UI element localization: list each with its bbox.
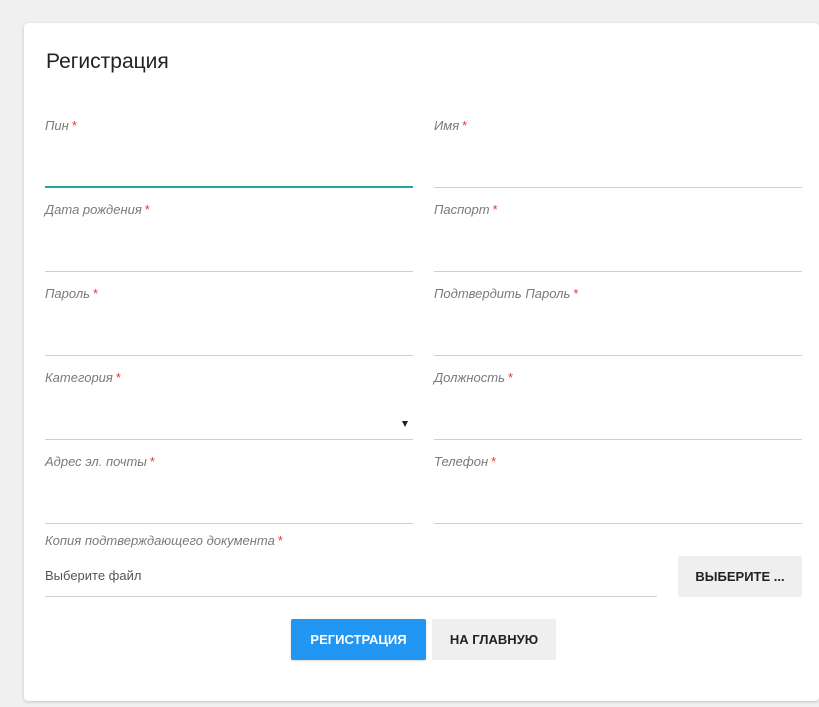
file-path-text[interactable]: Выберите файл [45,568,141,583]
phone-field: Телефон * [434,454,802,524]
file-path-underline [45,596,657,597]
required-mark: * [573,286,579,301]
email-label: Адрес эл. почты * [45,454,155,469]
email-input[interactable] [45,494,413,524]
required-mark: * [71,118,77,133]
password-label: Пароль * [45,286,99,301]
name-field: Имя * [434,118,802,188]
registration-card: Регистрация Пин * Имя * Дата рождения * Пас… [24,23,819,701]
passport-input[interactable] [434,242,802,272]
required-mark: * [462,118,468,133]
confirm-password-input[interactable] [434,326,802,356]
position-label: Должность * [434,370,513,385]
phone-input[interactable] [434,494,802,524]
pin-field: Пин * [45,118,413,188]
home-button[interactable]: НА ГЛАВНУЮ [432,619,556,660]
category-label: Категория * [45,370,121,385]
position-input[interactable] [434,410,802,440]
pin-input[interactable] [45,158,413,188]
birth-date-field: Дата рождения * [45,202,413,272]
password-input[interactable] [45,326,413,356]
choose-file-button[interactable]: ВЫБЕРИТЕ ... [678,556,802,597]
required-mark: * [149,454,155,469]
form-title: Регистрация [46,50,169,73]
name-label: Имя * [434,118,468,133]
name-input[interactable] [434,158,802,188]
passport-field: Паспорт * [434,202,802,272]
email-field: Адрес эл. почты * [45,454,413,524]
passport-label: Паспорт * [434,202,498,217]
position-field: Должность * [434,370,802,440]
birth-date-input[interactable] [45,242,413,272]
birth-date-label: Дата рождения * [45,202,150,217]
required-mark: * [144,202,150,217]
confirm-password-field: Подтвердить Пароль * [434,286,802,356]
phone-label: Телефон * [434,454,497,469]
required-mark: * [491,454,497,469]
document-file-label: Копия подтверждающего документа * [45,533,283,548]
category-field: Категория * [45,370,413,440]
required-mark: * [507,370,513,385]
required-mark: * [492,202,498,217]
caret-down-icon [402,421,408,427]
password-field: Пароль * [45,286,413,356]
required-mark: * [93,286,99,301]
required-mark: * [115,370,121,385]
confirm-password-label: Подтвердить Пароль * [434,286,579,301]
pin-label: Пин * [45,118,77,133]
category-select[interactable] [45,410,413,440]
register-button[interactable]: РЕГИСТРАЦИЯ [291,619,426,660]
required-mark: * [277,533,283,548]
document-file-field: Копия подтверждающего документа * Выберит… [45,533,657,597]
